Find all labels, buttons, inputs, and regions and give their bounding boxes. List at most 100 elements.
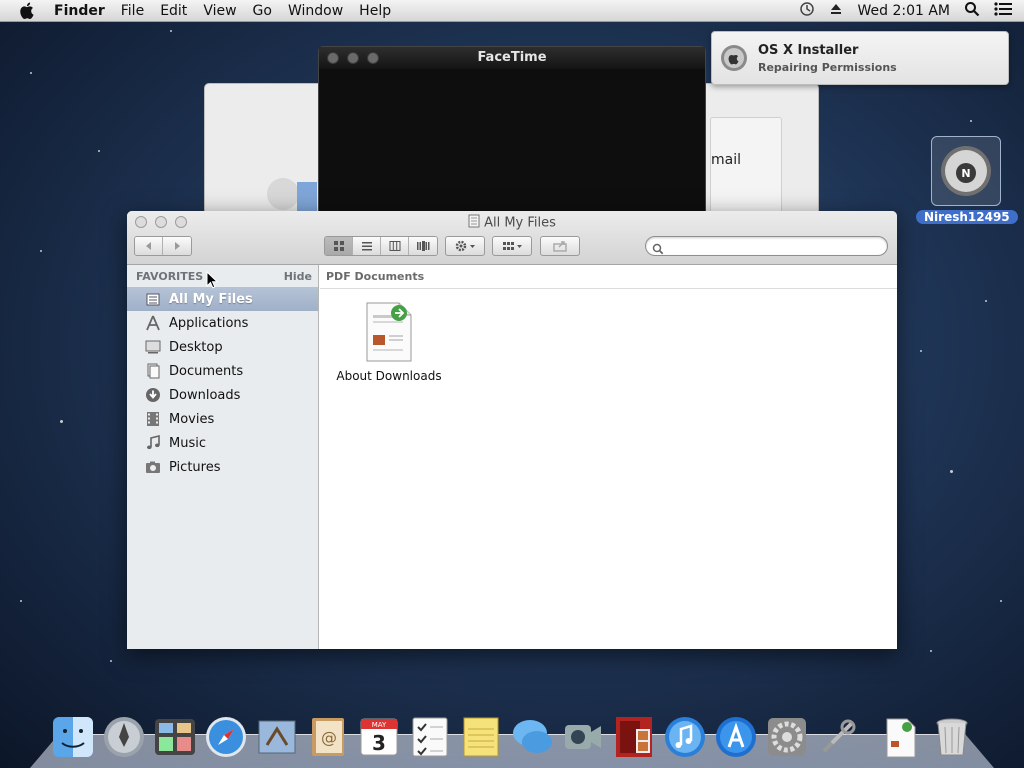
menu-go[interactable]: Go bbox=[245, 3, 280, 19]
time-machine-icon[interactable] bbox=[799, 1, 815, 21]
sidebar-item-documents[interactable]: Documents bbox=[127, 359, 318, 383]
facetime-window-controls bbox=[327, 52, 379, 64]
list-view-button[interactable] bbox=[353, 237, 381, 255]
sidebar-item-label: All My Files bbox=[169, 291, 253, 307]
svg-text:N: N bbox=[961, 167, 970, 180]
sidebar-item-label: Applications bbox=[169, 315, 249, 331]
calendar-icon[interactable]: MAY 3 bbox=[356, 714, 402, 760]
mail-icon[interactable] bbox=[254, 714, 300, 760]
desktop-disk-label: Niresh12495 bbox=[916, 210, 1018, 224]
facetime-window[interactable]: FaceTime bbox=[318, 46, 706, 214]
group-header: PDF Documents bbox=[320, 265, 897, 289]
sidebar-item-downloads[interactable]: Downloads bbox=[127, 383, 318, 407]
reminders-icon[interactable] bbox=[407, 714, 453, 760]
minimize-button[interactable] bbox=[347, 52, 359, 64]
sidebar-item-desktop[interactable]: Desktop bbox=[127, 335, 318, 359]
spotlight-icon[interactable] bbox=[964, 1, 980, 21]
zoom-button[interactable] bbox=[367, 52, 379, 64]
sidebar-item-music[interactable]: Music bbox=[127, 431, 318, 455]
column-view-button[interactable] bbox=[381, 237, 409, 255]
desktop-disk-item[interactable]: N Niresh12495 bbox=[916, 136, 1018, 225]
applications-icon bbox=[145, 315, 161, 331]
sidebar-item-all-my-files[interactable]: All My Files bbox=[127, 287, 318, 311]
messages-icon[interactable] bbox=[509, 714, 555, 760]
close-button[interactable] bbox=[327, 52, 339, 64]
favorites-title: FAVORITES bbox=[136, 269, 204, 283]
downloads-icon bbox=[145, 387, 161, 403]
menu-file[interactable]: File bbox=[113, 3, 152, 19]
menu-finder[interactable]: Finder bbox=[46, 3, 113, 19]
calendar-month: MAY bbox=[372, 721, 387, 729]
desktop-icon bbox=[145, 339, 161, 355]
all-files-title-icon bbox=[468, 214, 480, 232]
view-mode-control bbox=[324, 236, 438, 256]
calendar-day: 3 bbox=[372, 731, 386, 755]
sidebar-item-applications[interactable]: Applications bbox=[127, 311, 318, 335]
background-window-text: mail bbox=[711, 152, 741, 168]
app-store-icon[interactable] bbox=[713, 714, 759, 760]
notification-center-icon[interactable] bbox=[994, 1, 1012, 20]
arrange-grid-icon bbox=[501, 237, 523, 256]
back-forward-control bbox=[134, 236, 192, 256]
hide-favorites-button[interactable]: Hide bbox=[284, 270, 312, 283]
search-input[interactable] bbox=[668, 238, 878, 254]
apple-menu-icon[interactable] bbox=[16, 1, 36, 21]
menubar-clock[interactable]: Wed 2:01 AM bbox=[857, 3, 950, 19]
eject-icon[interactable] bbox=[829, 2, 843, 20]
finder-sidebar: FAVORITES Hide All My Files Applications… bbox=[127, 265, 319, 649]
search-field[interactable] bbox=[645, 236, 888, 256]
documents-icon bbox=[145, 363, 161, 379]
finder-icon[interactable] bbox=[50, 714, 96, 760]
utilities-icon[interactable] bbox=[815, 714, 861, 760]
share-button[interactable] bbox=[540, 236, 580, 256]
installer-box-icon bbox=[263, 164, 323, 218]
installer-notification[interactable]: OS X Installer Repairing Permissions bbox=[711, 31, 1009, 85]
back-button[interactable] bbox=[135, 237, 163, 255]
menu-help[interactable]: Help bbox=[351, 3, 399, 19]
launchpad-icon[interactable] bbox=[101, 714, 147, 760]
svg-text:@: @ bbox=[321, 728, 337, 747]
system-preferences-icon[interactable] bbox=[764, 714, 810, 760]
trash-icon[interactable] bbox=[929, 714, 975, 760]
music-icon bbox=[145, 435, 161, 451]
forward-button[interactable] bbox=[163, 237, 191, 255]
file-item[interactable]: About Downloads bbox=[330, 301, 448, 383]
facetime-titlebar[interactable]: FaceTime bbox=[319, 47, 705, 69]
sidebar-item-label: Downloads bbox=[169, 387, 241, 403]
notes-icon[interactable] bbox=[458, 714, 504, 760]
share-icon bbox=[552, 237, 568, 256]
sidebar-item-label: Music bbox=[169, 435, 206, 451]
pdf-document-icon bbox=[365, 301, 413, 363]
safari-icon[interactable] bbox=[203, 714, 249, 760]
pictures-icon bbox=[145, 459, 161, 475]
finder-content[interactable]: PDF Documents About Downloads bbox=[320, 265, 897, 649]
search-icon bbox=[652, 240, 664, 259]
arrange-menu-button[interactable] bbox=[492, 236, 532, 256]
dock-items: @ MAY 3 bbox=[50, 714, 975, 760]
gear-icon bbox=[454, 237, 476, 256]
facetime-icon[interactable] bbox=[560, 714, 606, 760]
movies-icon bbox=[145, 411, 161, 427]
mouse-cursor-icon bbox=[206, 270, 219, 293]
sidebar-item-pictures[interactable]: Pictures bbox=[127, 455, 318, 479]
icon-view-button[interactable] bbox=[325, 237, 353, 255]
photo-booth-icon[interactable] bbox=[611, 714, 657, 760]
menu-window[interactable]: Window bbox=[280, 3, 351, 19]
contacts-icon[interactable]: @ bbox=[305, 714, 351, 760]
menu-bar: Finder File Edit View Go Window Help Wed… bbox=[0, 0, 1024, 22]
document-icon[interactable] bbox=[878, 714, 924, 760]
finder-toolbar[interactable]: All My Files bbox=[127, 211, 897, 265]
dock: @ MAY 3 bbox=[0, 702, 1024, 768]
coverflow-view-button[interactable] bbox=[409, 237, 437, 255]
mission-control-icon[interactable] bbox=[152, 714, 198, 760]
all-files-icon bbox=[145, 291, 161, 307]
window-title-text: All My Files bbox=[484, 215, 556, 231]
action-menu-button[interactable] bbox=[445, 236, 485, 256]
menu-view[interactable]: View bbox=[195, 3, 244, 19]
hard-disk-icon: N bbox=[931, 136, 1001, 206]
notification-subtitle: Repairing Permissions bbox=[758, 60, 897, 74]
sidebar-item-movies[interactable]: Movies bbox=[127, 407, 318, 431]
menu-edit[interactable]: Edit bbox=[152, 3, 195, 19]
itunes-icon[interactable] bbox=[662, 714, 708, 760]
finder-window[interactable]: All My Files FAVORITES Hide All My Files… bbox=[127, 211, 897, 649]
